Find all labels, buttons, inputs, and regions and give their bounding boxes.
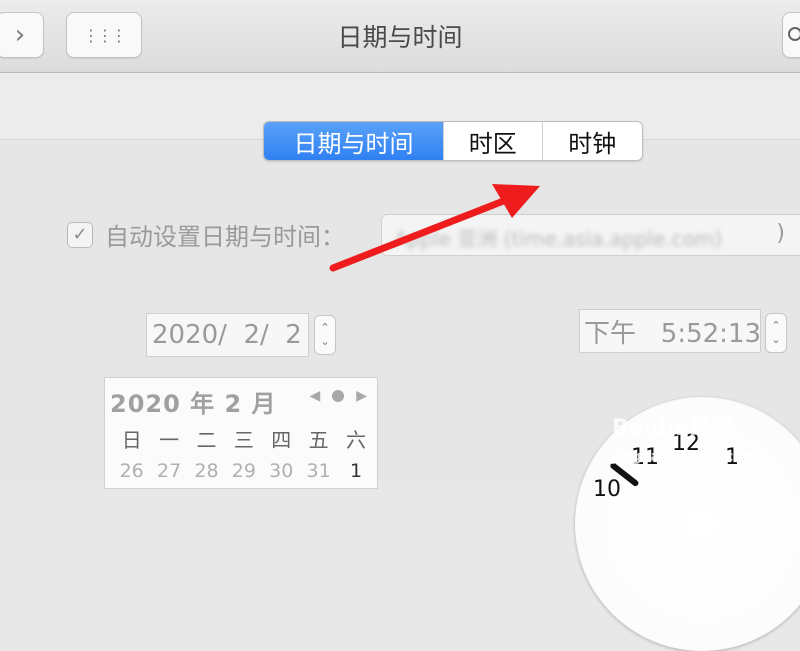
annotation-arrow [329, 184, 540, 272]
